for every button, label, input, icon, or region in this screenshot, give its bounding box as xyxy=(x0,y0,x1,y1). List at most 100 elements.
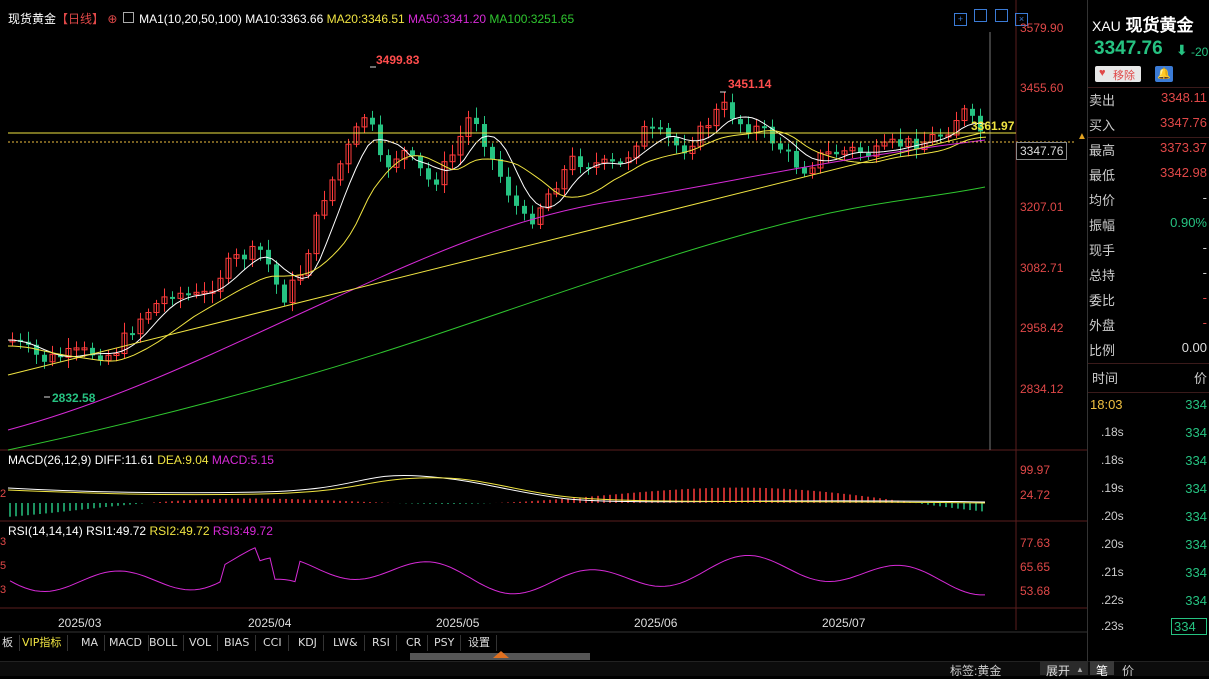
expand-button[interactable]: 展开 xyxy=(1046,662,1070,679)
price-tick: 3455.60 xyxy=(1020,81,1064,95)
remove-watchlist-button[interactable]: ♥ 移除 xyxy=(1095,66,1141,82)
chevron-up-icon[interactable]: ▲ xyxy=(1076,665,1084,674)
tab-vip-indicator[interactable]: VIP指标 xyxy=(16,635,69,651)
tick-row: .22s 334 xyxy=(1089,593,1209,617)
line-value-label: 3361.97 xyxy=(971,119,1015,133)
zoom-icon[interactable] xyxy=(994,9,1008,22)
tick-price: 334 xyxy=(1185,397,1207,412)
candle-body xyxy=(786,149,791,152)
candle-body xyxy=(578,156,583,168)
tick-row: 18:03 334 xyxy=(1089,397,1209,421)
candle-body xyxy=(914,138,919,150)
status-tag[interactable]: 标签:黄金 xyxy=(950,662,1001,679)
tab-cr[interactable]: CR xyxy=(400,635,429,651)
ma-settings-icon[interactable] xyxy=(122,12,134,23)
rsi-header: RSI(14,14,14) RSI1:49.72 RSI2:49.72 RSI3… xyxy=(8,524,273,538)
tick-price: 334 xyxy=(1185,537,1207,552)
tick-price: 334 xyxy=(1171,618,1207,635)
kline-chart[interactable] xyxy=(0,0,1090,675)
tick-price: 334 xyxy=(1185,425,1207,440)
tick-tab[interactable]: 笔 xyxy=(1096,662,1108,679)
price-tick: 3082.71 xyxy=(1020,261,1064,275)
candle-body xyxy=(898,139,903,147)
candle-body xyxy=(938,134,943,137)
macd-tick: 99.97 xyxy=(1020,463,1051,477)
stat-value: - xyxy=(1202,240,1207,255)
candle-body xyxy=(970,108,975,116)
tick-time: 18:03 xyxy=(1090,397,1123,412)
stat-value: - xyxy=(1202,290,1207,305)
tick-time: .22s xyxy=(1101,593,1124,607)
rsi-label: RSI(14,14,14) xyxy=(8,524,83,538)
scroll-position-icon[interactable] xyxy=(493,651,509,658)
candle-body xyxy=(410,150,415,156)
ma10-line xyxy=(7,116,987,358)
candle-body xyxy=(522,205,527,214)
candle-body xyxy=(42,354,47,362)
candle-body xyxy=(674,137,679,146)
chart-header: 现货黄金【日线】 ⊕ MA1(10,20,50,100) MA10:3363.6… xyxy=(8,10,574,27)
tab-vol[interactable]: VOL xyxy=(183,635,219,651)
stat-row: 振幅 0.90% xyxy=(1089,215,1209,239)
bell-icon[interactable]: 🔔 xyxy=(1155,66,1173,82)
ticks-price-header: 价 xyxy=(1193,371,1207,386)
panel-divider xyxy=(1087,0,1088,661)
candle-body xyxy=(794,150,799,168)
macd-diff: DIFF:11.61 xyxy=(94,453,154,467)
macd-dea: DEA:9.04 xyxy=(157,453,209,467)
tick-time: .18s xyxy=(1101,425,1124,439)
candle-body xyxy=(386,155,391,168)
tick-time: .18s xyxy=(1101,453,1124,467)
macd-left-tick: 2 xyxy=(0,488,7,500)
ma-label: MA1(10,20,50,100) xyxy=(139,12,242,26)
tab-cci[interactable]: CCI xyxy=(257,635,289,651)
tick-price: 334 xyxy=(1185,593,1207,608)
macd-header: MACD(26,12,9) DIFF:11.61 DEA:9.04 MACD:5… xyxy=(8,453,274,467)
tab-settings[interactable]: 设置 xyxy=(462,635,497,651)
candle-body xyxy=(482,124,487,147)
stat-value: 0.90% xyxy=(1170,215,1207,230)
tick-time: .20s xyxy=(1101,509,1124,523)
tab-boll[interactable]: BOLL xyxy=(143,635,185,651)
period-toggle-icon[interactable]: ⊕ xyxy=(107,12,117,26)
candle-body xyxy=(762,126,767,129)
date-tick: 2025/06 xyxy=(634,616,678,630)
tab-kdj[interactable]: KDJ xyxy=(292,635,324,651)
instrument-name: 现货黄金 xyxy=(8,12,57,26)
tab-lw[interactable]: LW& xyxy=(327,635,365,651)
candle-body xyxy=(242,254,247,260)
price-alert-arrow-icon[interactable]: ▲ xyxy=(1077,131,1087,142)
tick-row: .19s 334 xyxy=(1089,481,1209,505)
crosshair-icon[interactable]: + xyxy=(954,13,967,26)
stat-row: 最高 3373.37 xyxy=(1089,140,1209,164)
stat-label: 均价 xyxy=(1089,193,1116,208)
candle-body xyxy=(610,159,615,162)
period-label[interactable]: 【日线】 xyxy=(56,12,104,26)
rsi3-value: RSI3:49.72 xyxy=(212,524,273,538)
chart-toolbar: + × xyxy=(954,9,1029,26)
symbol-code: XAU xyxy=(1092,18,1121,34)
rsi-tick: 53.68 xyxy=(1020,584,1051,598)
candle-body xyxy=(802,167,807,174)
tick-row: .21s 334 xyxy=(1089,565,1209,589)
candle-body xyxy=(498,159,503,177)
ticks-header: 时间 价 xyxy=(1089,368,1209,392)
tick-price: 334 xyxy=(1185,565,1207,580)
tick-time: .21s xyxy=(1101,565,1124,579)
tab-psy[interactable]: PSY xyxy=(428,635,462,651)
tab-ma[interactable]: MA xyxy=(75,635,106,651)
price-tab[interactable]: 价 xyxy=(1122,662,1134,679)
date-tick: 2025/04 xyxy=(248,616,292,630)
stat-label: 委比 xyxy=(1089,293,1116,308)
tick-row: .18s 334 xyxy=(1089,453,1209,477)
grid-icon[interactable] xyxy=(974,9,988,22)
trendline xyxy=(7,131,986,376)
candle-body xyxy=(506,176,511,196)
stat-row: 买入 3347.76 xyxy=(1089,115,1209,139)
stat-value: - xyxy=(1202,265,1207,280)
tab-bias[interactable]: BIAS xyxy=(218,635,257,651)
tab-rsi[interactable]: RSI xyxy=(366,635,397,651)
stat-row: 外盘 - xyxy=(1089,315,1209,339)
high-annotation: 3451.14 xyxy=(728,77,772,91)
ma50-value: MA50:3341.20 xyxy=(408,12,487,26)
